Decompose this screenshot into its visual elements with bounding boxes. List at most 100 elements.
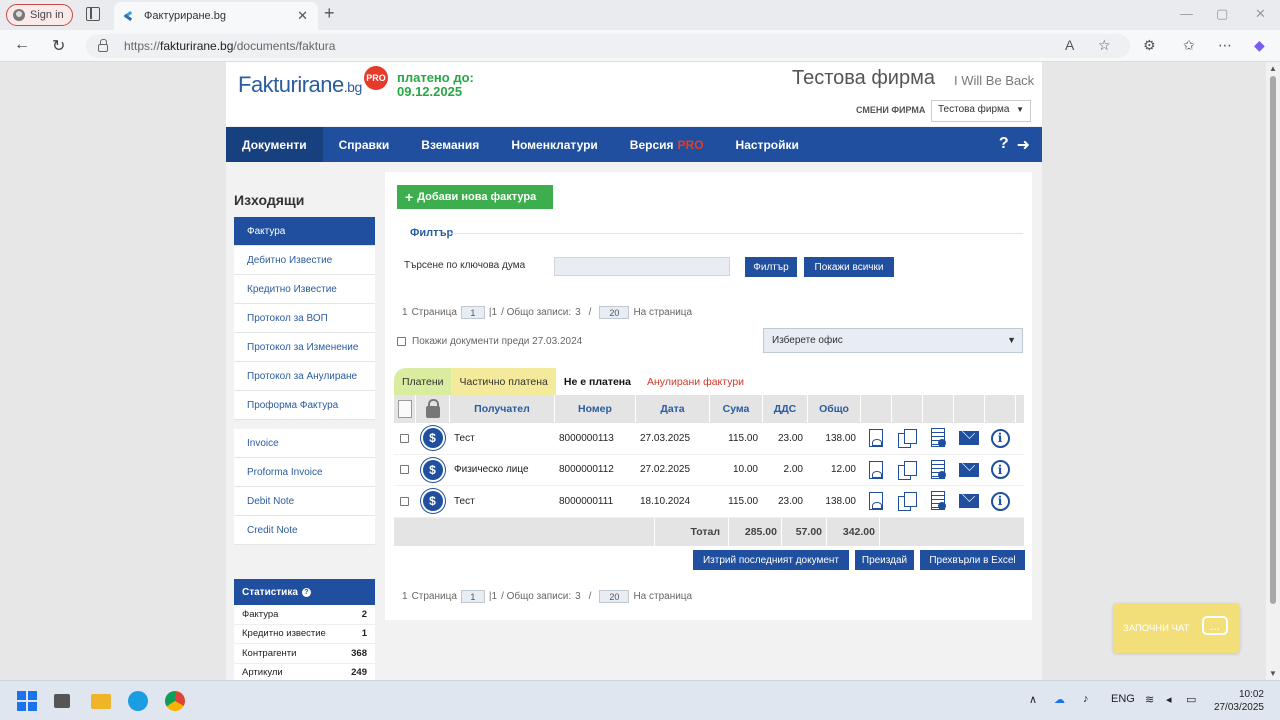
payment-dollar-icon[interactable]: $ xyxy=(422,428,443,449)
tab-unpaid[interactable]: Не е платена xyxy=(555,368,639,395)
nav-item-receivables[interactable]: Вземания xyxy=(405,127,495,162)
show-before-checkbox[interactable] xyxy=(397,337,406,346)
tray-chevron-icon[interactable]: ∧ xyxy=(1029,693,1037,706)
pdf-icon[interactable] xyxy=(869,492,883,511)
nav-item-version[interactable]: Версия PRO xyxy=(614,127,720,162)
language-indicator[interactable]: ENG xyxy=(1111,693,1135,705)
add-invoice-button[interactable]: + Добави нова фактура xyxy=(397,185,553,209)
column-number[interactable]: Номер xyxy=(555,395,636,423)
sidebar-item-invoice-en[interactable]: Invoice xyxy=(234,429,375,458)
pdf-icon[interactable] xyxy=(869,460,883,479)
keyword-input[interactable] xyxy=(554,257,730,276)
scroll-up-icon[interactable]: ▲ xyxy=(1269,64,1277,73)
logout-icon[interactable]: ➜ xyxy=(1017,135,1030,155)
info-icon[interactable]: i xyxy=(990,491,1010,511)
volume-icon[interactable]: ◂ xyxy=(1166,693,1172,706)
page-scrollbar[interactable]: ▲ ▼ xyxy=(1266,62,1280,680)
delete-last-button[interactable]: Изтрий последният документ xyxy=(693,550,849,570)
column-total[interactable]: Общо xyxy=(808,395,861,423)
read-aloud-icon[interactable]: A xyxy=(1065,37,1074,53)
reload-icon[interactable]: ↻ xyxy=(52,36,65,56)
windows-start-icon[interactable] xyxy=(17,691,37,711)
copilot-icon[interactable]: ◆ xyxy=(1254,37,1265,54)
column-sum[interactable]: Сума xyxy=(710,395,763,423)
sidebar-item-debit-note[interactable]: Дебитно Известие xyxy=(234,246,375,275)
tab-paid[interactable]: Платени xyxy=(394,368,452,395)
row-checkbox[interactable] xyxy=(400,433,409,443)
sidebar-item-cancellation-protocol[interactable]: Протокол за Анулиране xyxy=(234,362,375,391)
per-page-input[interactable]: 20 xyxy=(599,306,630,319)
document-settings-icon[interactable] xyxy=(929,491,947,511)
taskbar-clock[interactable]: 10:02 27/03/2025 xyxy=(1212,688,1264,714)
new-tab-icon[interactable]: + xyxy=(324,3,335,24)
pdf-icon[interactable] xyxy=(869,429,883,448)
favorites-icon[interactable]: ✩ xyxy=(1183,37,1195,54)
extensions-icon[interactable]: ⚙ xyxy=(1143,37,1156,54)
info-icon[interactable]: i xyxy=(990,460,1010,480)
nav-item-settings[interactable]: Настройки xyxy=(720,127,815,162)
sidebar-item-credit-note[interactable]: Кредитно Известие xyxy=(234,275,375,304)
email-icon[interactable] xyxy=(959,431,979,446)
page-number-input[interactable]: 1 xyxy=(460,590,485,603)
show-all-button[interactable]: Покажи всички xyxy=(804,257,894,277)
column-vat[interactable]: ДДС xyxy=(763,395,808,423)
onedrive-cloud-icon[interactable]: ☁ xyxy=(1054,693,1065,706)
scroll-down-icon[interactable]: ▼ xyxy=(1269,669,1277,678)
copy-icon[interactable] xyxy=(898,492,917,512)
sidebar-item-invoice[interactable]: Фактура xyxy=(234,217,375,246)
site-logo[interactable]: Fakturirane.bg xyxy=(238,72,362,98)
taskview-icon[interactable] xyxy=(54,694,70,708)
close-tab-icon[interactable]: ✕ xyxy=(297,8,308,24)
sidebar-item-amendment-protocol[interactable]: Протокол за Изменение xyxy=(234,333,375,362)
chrome-browser-icon[interactable] xyxy=(165,691,185,711)
sidebar-item-credit-note-en[interactable]: Credit Note xyxy=(234,516,375,545)
payment-dollar-icon[interactable]: $ xyxy=(422,459,443,480)
maximize-icon[interactable]: ▢ xyxy=(1216,6,1228,22)
signin-button[interactable]: Sign in xyxy=(6,4,73,26)
nav-item-nomenclatures[interactable]: Номенклатури xyxy=(495,127,613,162)
email-icon[interactable] xyxy=(959,462,979,477)
microphone-icon[interactable]: ♪ xyxy=(1083,693,1089,705)
browser-tab-active[interactable]: Фактуриране.bg ✕ xyxy=(114,2,318,30)
more-menu-icon[interactable]: ⋯ xyxy=(1218,37,1232,54)
wifi-icon[interactable]: ≋ xyxy=(1145,693,1154,706)
help-icon[interactable]: ? xyxy=(999,135,1009,155)
sidebar-item-proforma[interactable]: Проформа Фактура xyxy=(234,391,375,420)
column-date[interactable]: Дата xyxy=(636,395,710,423)
file-explorer-icon[interactable] xyxy=(91,694,111,709)
battery-icon[interactable]: ▭ xyxy=(1186,693,1196,706)
filter-button[interactable]: Филтър xyxy=(745,257,797,277)
info-icon[interactable]: i xyxy=(990,428,1010,448)
url-field[interactable]: https://fakturirane.bg/documents/faktura xyxy=(86,34,1130,58)
question-icon[interactable]: ? xyxy=(301,587,311,597)
export-excel-button[interactable]: Прехвърли в Excel xyxy=(920,550,1025,570)
sidebar-item-debit-note-en[interactable]: Debit Note xyxy=(234,487,375,516)
minimize-icon[interactable]: — xyxy=(1180,6,1193,21)
document-settings-icon[interactable] xyxy=(929,428,947,448)
page-number-input[interactable]: 1 xyxy=(460,306,485,319)
sidebar-item-vop-protocol[interactable]: Протокол за ВОП xyxy=(234,304,375,333)
copy-icon[interactable] xyxy=(898,429,917,449)
email-icon[interactable] xyxy=(959,494,979,509)
document-settings-icon[interactable] xyxy=(929,459,947,480)
payment-dollar-icon[interactable]: $ xyxy=(422,491,443,512)
tab-cancelled[interactable]: Анулирани фактури xyxy=(639,368,752,395)
sidebar-item-proforma-en[interactable]: Proforma Invoice xyxy=(234,458,375,487)
copy-icon[interactable] xyxy=(898,460,917,480)
company-select[interactable]: Тестова фирма ▼ xyxy=(931,100,1031,122)
scrollbar-thumb[interactable] xyxy=(1270,76,1276,604)
nav-item-documents[interactable]: Документи xyxy=(226,127,323,162)
per-page-input[interactable]: 20 xyxy=(599,590,630,603)
edge-browser-icon[interactable] xyxy=(128,691,148,711)
row-checkbox[interactable] xyxy=(400,465,409,475)
close-window-icon[interactable]: ✕ xyxy=(1255,6,1266,22)
tab-partially-paid[interactable]: Частично платена xyxy=(451,368,556,395)
tab-actions-icon[interactable] xyxy=(86,7,100,21)
chat-widget[interactable]: ЗАПОЧНИ ЧАТ ... xyxy=(1113,603,1240,653)
row-checkbox[interactable] xyxy=(400,496,409,506)
back-icon[interactable]: ← xyxy=(14,36,30,54)
column-recipient[interactable]: Получател xyxy=(450,395,555,423)
reissue-button[interactable]: Преиздай xyxy=(855,550,914,570)
favorite-star-icon[interactable]: ☆ xyxy=(1098,37,1111,54)
office-select[interactable]: Изберете офис ▼ xyxy=(763,328,1023,353)
